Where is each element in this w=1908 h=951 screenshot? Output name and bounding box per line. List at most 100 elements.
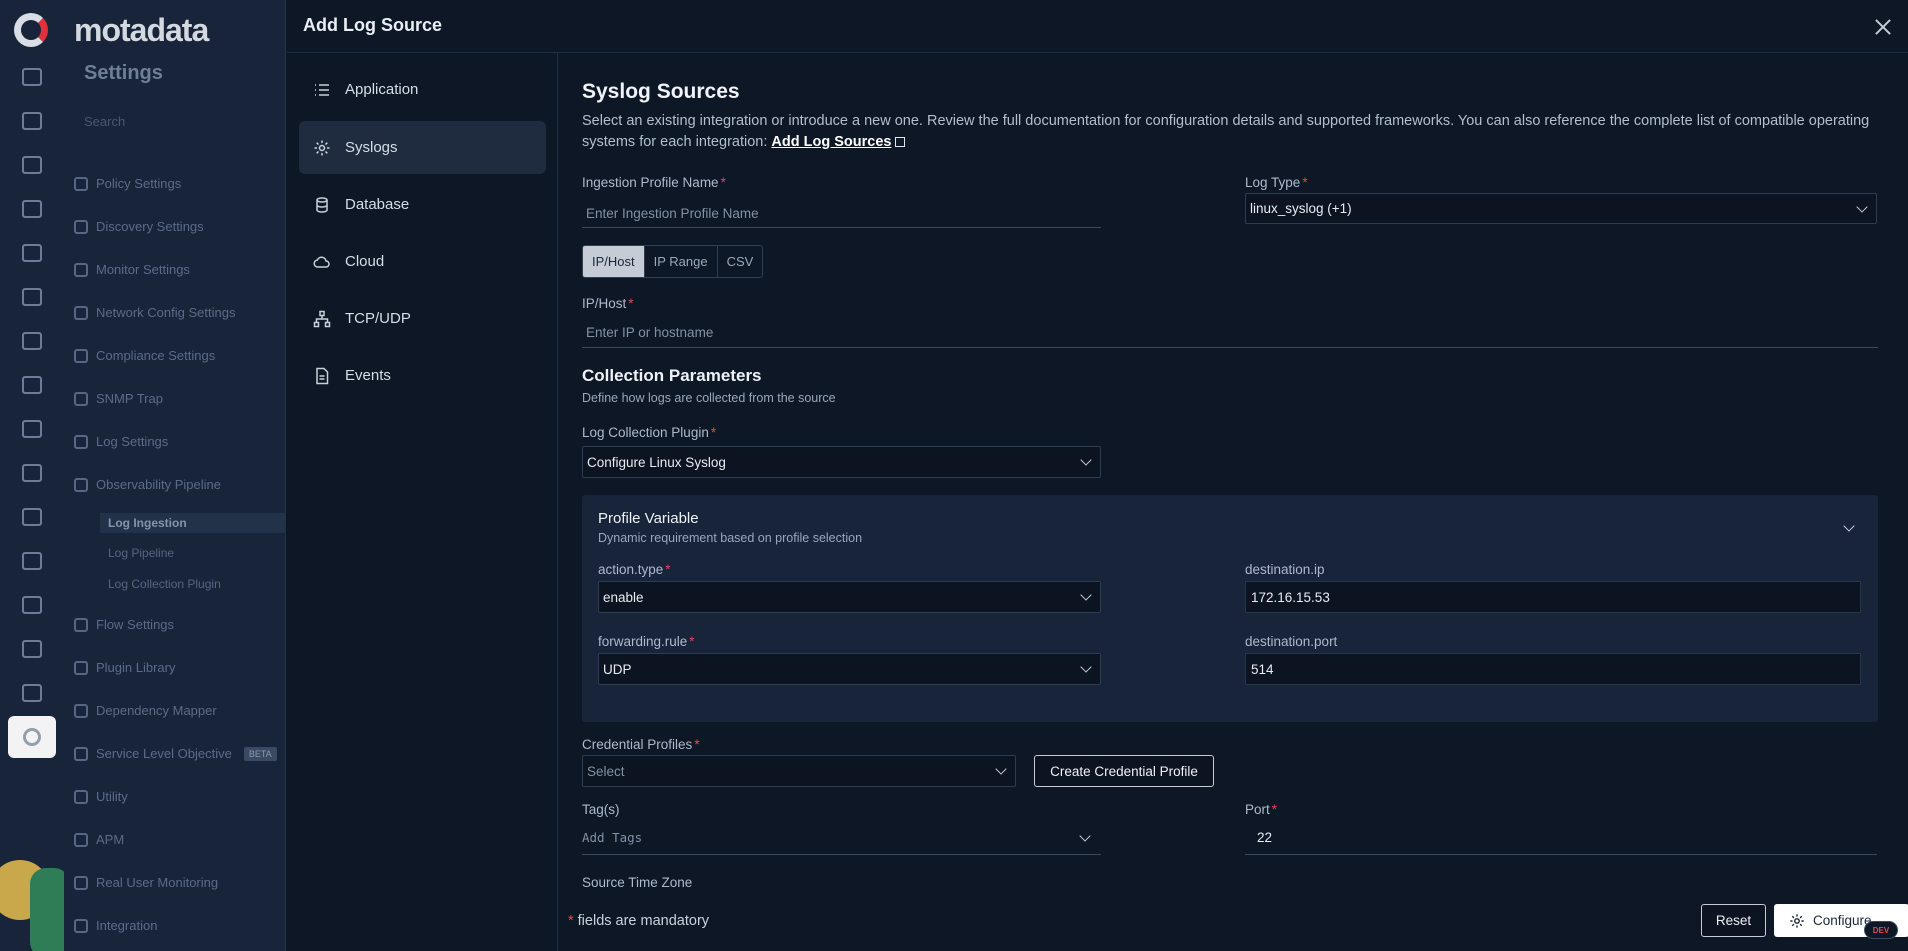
file-icon[interactable] <box>22 684 42 702</box>
credential-profiles-label: Credential Profiles * <box>582 737 700 752</box>
gear-icon <box>314 140 330 155</box>
collapse-panel-button[interactable] <box>1842 520 1856 535</box>
sidebar-item-real-user-monitoring[interactable]: Real User Monitoring <box>74 875 218 890</box>
destination-ip-label: destination.ip <box>1245 562 1325 577</box>
tab-ip-host[interactable]: IP/Host <box>583 246 645 277</box>
log-type-select[interactable]: linux_syslog (+1) <box>1245 193 1877 224</box>
action-type-select[interactable]: enable <box>598 581 1101 613</box>
chevron-down-icon <box>1079 829 1091 842</box>
sidebar-item-policy-settings[interactable]: Policy Settings <box>74 176 181 191</box>
cloud-icon[interactable] <box>22 640 42 658</box>
sidebar-item-discovery-settings[interactable]: Discovery Settings <box>74 219 204 234</box>
destination-port-field[interactable]: 514 <box>1245 653 1861 685</box>
nav-item-label: Application <box>345 81 419 98</box>
alert-icon[interactable] <box>22 156 42 174</box>
profile-variable-subtitle: Dynamic requirement based on profile sel… <box>598 531 863 545</box>
source-type-nav: Application Syslogs Database Cloud TCP/U… <box>287 53 558 951</box>
sidebar-item-log-settings[interactable]: Log Settings <box>74 434 168 449</box>
chevron-down-icon <box>1080 589 1092 601</box>
log-collection-plugin-label: Log Collection Plugin * <box>582 425 717 440</box>
log-type-label: Log Type * <box>1245 175 1308 190</box>
sidebar-item-dependency-mapper[interactable]: Dependency Mapper <box>74 703 217 718</box>
sidebar-item-snmp-trap[interactable]: SNMP Trap <box>74 391 163 406</box>
config-icon[interactable] <box>22 376 42 394</box>
monitor-icon[interactable] <box>22 112 42 130</box>
sidebar-item-utility[interactable]: Utility <box>74 789 128 804</box>
chevron-down-icon <box>1080 454 1092 466</box>
hierarchy-icon[interactable] <box>22 596 42 614</box>
nav-item-label: Syslogs <box>345 139 398 156</box>
chevron-down-icon <box>1843 520 1855 532</box>
credential-profile-select[interactable]: Select <box>582 755 1016 787</box>
nav-item-syslogs[interactable]: Syslogs <box>299 121 546 174</box>
log-icon[interactable] <box>22 244 42 262</box>
document-icon <box>316 367 329 384</box>
configure-button-label: Configure <box>1813 913 1872 928</box>
profile-variable-title: Profile Variable <box>598 510 699 527</box>
cloud-icon <box>313 255 330 268</box>
nav-item-database[interactable]: Database <box>299 178 546 231</box>
nav-item-application[interactable]: Application <box>299 63 546 116</box>
topology-icon[interactable] <box>22 288 42 306</box>
sidebar-subitem-log-collection-plugin[interactable]: Log Collection Plugin <box>108 577 221 591</box>
collection-parameters-subtitle: Define how logs are collected from the s… <box>582 391 836 405</box>
add-log-source-modal: Add Log Source Application Syslogs Datab… <box>287 0 1908 951</box>
sidebar-item-plugin-library[interactable]: Plugin Library <box>74 660 176 675</box>
sidebar-item-integration[interactable]: Integration <box>74 918 157 933</box>
network-icon[interactable] <box>22 332 42 350</box>
tab-csv[interactable]: CSV <box>718 246 763 277</box>
report-icon[interactable] <box>22 464 42 482</box>
form-description: Select an existing integration or introd… <box>582 113 1870 150</box>
port-input[interactable]: 22 <box>1245 821 1877 855</box>
database-icon <box>316 196 328 213</box>
nav-item-events[interactable]: Events <box>299 349 546 402</box>
beta-badge: BETA <box>243 746 277 761</box>
chevron-down-icon <box>1080 661 1092 673</box>
sidebar-item-monitor-settings[interactable]: Monitor Settings <box>74 262 190 277</box>
ingestion-profile-label: Ingestion Profile Name * <box>582 175 726 190</box>
add-log-sources-link[interactable]: Add Log Sources <box>771 134 891 150</box>
destination-port-label: destination.port <box>1245 634 1338 649</box>
dashboard-icon[interactable] <box>22 68 42 86</box>
sidebar-item-compliance-settings[interactable]: Compliance Settings <box>74 348 215 363</box>
sidebar-subitem-log-pipeline[interactable]: Log Pipeline <box>108 546 174 560</box>
network-icon <box>313 310 331 327</box>
sidebar-item-flow-settings[interactable]: Flow Settings <box>74 617 174 632</box>
nav-item-tcp-udp[interactable]: TCP/UDP <box>299 292 546 345</box>
sidebar-search[interactable]: Search <box>84 114 125 129</box>
forwarding-rule-label: forwarding.rule * <box>598 634 695 649</box>
brand-logo-icon <box>14 13 48 47</box>
gear-icon <box>1790 913 1804 928</box>
reset-button[interactable]: Reset <box>1701 904 1766 937</box>
tab-ip-range[interactable]: IP Range <box>645 246 718 277</box>
sidebar-item-service-level-objective[interactable]: Service Level Objective BETA <box>74 746 277 761</box>
sidebar-item-network-config-settings[interactable]: Network Config Settings <box>74 305 235 320</box>
chart-icon[interactable] <box>22 420 42 438</box>
list-icon <box>315 83 329 96</box>
nav-item-label: Events <box>345 367 391 384</box>
close-icon[interactable] <box>1872 16 1894 38</box>
destination-ip-field[interactable]: 172.16.15.53 <box>1245 581 1861 613</box>
tags-input[interactable]: Add Tags <box>582 821 1101 855</box>
settings-rail-button[interactable] <box>8 716 56 758</box>
sidebar-item-apm[interactable]: APM <box>74 832 124 847</box>
external-link-icon <box>895 137 906 147</box>
ip-host-input[interactable] <box>582 318 1878 348</box>
profile-variable-panel: Profile Variable Dynamic requirement bas… <box>582 495 1878 722</box>
screen-icon[interactable] <box>22 508 42 526</box>
collection-parameters-heading: Collection Parameters <box>582 366 762 385</box>
ingestion-profile-input[interactable] <box>582 199 1101 228</box>
action-type-label: action.type * <box>598 562 671 577</box>
inbox-icon[interactable] <box>22 552 42 570</box>
forwarding-rule-select[interactable]: UDP <box>598 653 1101 685</box>
flow-icon[interactable] <box>22 200 42 218</box>
sidebar-subitem-log-ingestion[interactable]: Log Ingestion <box>100 513 286 533</box>
ip-host-label: IP/Host * <box>582 296 634 311</box>
chevron-down-icon <box>1856 200 1868 213</box>
nav-item-cloud[interactable]: Cloud <box>299 235 546 288</box>
page-title: Syslog Sources <box>582 80 740 103</box>
sidebar-item-observability-pipeline[interactable]: Observability Pipeline <box>74 477 221 492</box>
create-credential-profile-button[interactable]: Create Credential Profile <box>1034 755 1214 787</box>
env-badge: DEV <box>1864 921 1898 939</box>
log-collection-plugin-select[interactable]: Configure Linux Syslog <box>582 446 1101 478</box>
